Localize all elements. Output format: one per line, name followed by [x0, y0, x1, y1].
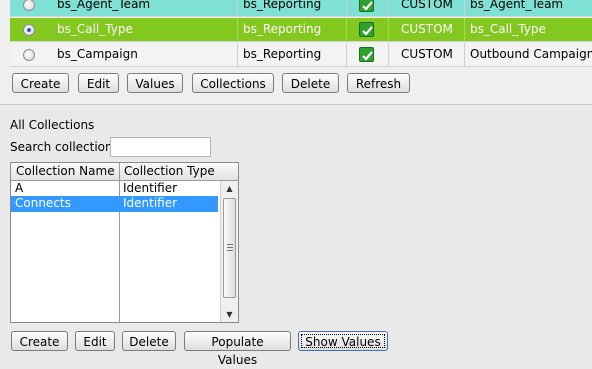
table-row-selected[interactable]: Connects Identifier [11, 196, 218, 212]
field-category: bs_Reporting [243, 22, 322, 36]
collection-name: A [15, 181, 24, 195]
search-collection-input[interactable] [110, 137, 211, 157]
field-display-name: bs_Agent_Team [470, 0, 564, 11]
collection-type: Identifier [123, 196, 178, 210]
radio-button-icon[interactable] [23, 24, 35, 36]
column-divider [346, 43, 347, 67]
radio-button-icon[interactable] [23, 49, 35, 61]
column-divider [464, 43, 465, 67]
collection-type: Identifier [123, 181, 178, 195]
values-button[interactable]: Values [127, 73, 183, 93]
collections-heading: All Collections [10, 118, 95, 132]
checkmark-icon[interactable] [359, 22, 374, 37]
column-divider [346, 0, 347, 17]
field-type: CUSTOM [401, 22, 453, 36]
field-category: bs_Reporting [243, 0, 322, 11]
field-row[interactable]: bs_Campaign bs_Reporting CUSTOM Outbound… [10, 43, 592, 67]
field-row-selected[interactable]: bs_Call_Type bs_Reporting CUSTOM bs_Call… [10, 18, 592, 42]
refresh-button[interactable]: Refresh [347, 73, 410, 93]
column-divider [388, 0, 389, 17]
scroll-down-arrow-icon[interactable]: ▼ [221, 307, 238, 322]
table-row[interactable]: A Identifier [11, 181, 218, 197]
field-type: CUSTOM [401, 0, 453, 11]
column-divider [388, 43, 389, 67]
column-divider [237, 43, 238, 67]
search-label: Search collection: [10, 140, 117, 154]
radio-button-icon[interactable] [23, 0, 35, 11]
column-divider [464, 18, 465, 42]
column-divider [237, 18, 238, 42]
collections-table: Collection Name Collection Type A Identi… [10, 162, 239, 323]
column-divider [346, 18, 347, 42]
column-divider [464, 0, 465, 17]
populate-values-button[interactable]: Populate Values [184, 331, 291, 367]
column-header-name[interactable]: Collection Name [11, 163, 119, 180]
field-display-name: Outbound Campaign [470, 47, 592, 61]
edit-button[interactable]: Edit [78, 73, 119, 93]
scroll-grip-icon [227, 244, 233, 251]
vertical-scrollbar[interactable]: ▲ ▼ [220, 181, 238, 322]
column-header-type[interactable]: Collection Type [119, 163, 219, 180]
show-values-button[interactable]: Show Values [298, 331, 388, 351]
field-type: CUSTOM [401, 47, 453, 61]
collections-button[interactable]: Collections [192, 73, 274, 93]
field-name: bs_Campaign [57, 47, 138, 61]
scroll-thumb[interactable] [223, 198, 236, 298]
table-header: Collection Name Collection Type [11, 163, 238, 181]
field-row[interactable]: bs_Agent_Team bs_Reporting CUSTOM bs_Age… [10, 0, 592, 17]
collection-name: Connects [15, 196, 71, 210]
field-category: bs_Reporting [243, 47, 322, 61]
field-name: bs_Agent_Team [57, 0, 151, 11]
edit-collection-button[interactable]: Edit [75, 331, 115, 351]
column-divider [388, 18, 389, 42]
delete-collection-button[interactable]: Delete [122, 331, 176, 351]
delete-button[interactable]: Delete [282, 73, 339, 93]
field-display-name: bs_Call_Type [470, 22, 546, 36]
column-divider [237, 0, 238, 17]
checkmark-icon[interactable] [359, 0, 374, 12]
field-name: bs_Call_Type [57, 22, 133, 36]
checkmark-icon[interactable] [359, 47, 374, 62]
scroll-up-arrow-icon[interactable]: ▲ [221, 181, 238, 196]
create-button[interactable]: Create [12, 73, 69, 93]
report-fields-panel: bs_Agent_Team bs_Reporting CUSTOM bs_Age… [0, 0, 592, 105]
create-collection-button[interactable]: Create [11, 331, 68, 351]
